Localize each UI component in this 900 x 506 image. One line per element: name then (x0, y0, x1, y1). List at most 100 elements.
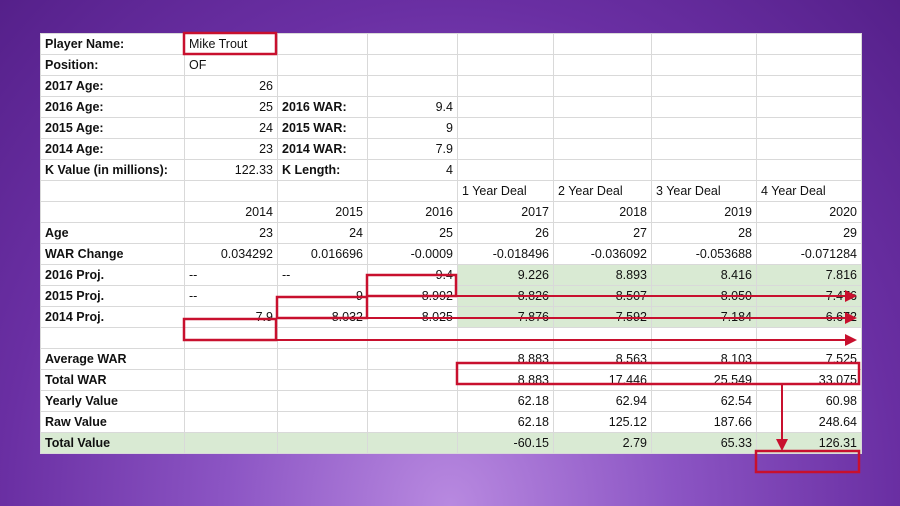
cell-r7-cG[interactable] (651, 159, 757, 181)
cell-r3-cA[interactable]: 2017 Age: (40, 75, 185, 97)
cell-r5-cC[interactable]: 2015 WAR: (277, 117, 368, 139)
cell-r13-cG[interactable]: 8.050 (651, 285, 757, 307)
cell-r18-cH[interactable]: 60.98 (756, 390, 862, 412)
cell-r3-cB[interactable]: 26 (184, 75, 278, 97)
cell-r20-cH[interactable]: 126.31 (756, 432, 862, 454)
cell-r11-cF[interactable]: -0.036092 (553, 243, 652, 265)
cell-r13-cD[interactable]: 8.992 (367, 285, 458, 307)
cell-r15-cF[interactable] (553, 327, 652, 349)
cell-r5-cE[interactable] (457, 117, 554, 139)
cell-r9-cB[interactable]: 2014 (184, 201, 278, 223)
cell-r2-cF[interactable] (553, 54, 652, 76)
cell-r20-cG[interactable]: 65.33 (651, 432, 757, 454)
cell-r15-cG[interactable] (651, 327, 757, 349)
cell-r14-cH[interactable]: 6.672 (756, 306, 862, 328)
cell-r12-cG[interactable]: 8.416 (651, 264, 757, 286)
cell-r10-cE[interactable]: 26 (457, 222, 554, 244)
cell-r14-cB[interactable]: 7.9 (184, 306, 278, 328)
cell-r6-cF[interactable] (553, 138, 652, 160)
cell-r10-cF[interactable]: 27 (553, 222, 652, 244)
cell-r20-cF[interactable]: 2.79 (553, 432, 652, 454)
cell-r6-cE[interactable] (457, 138, 554, 160)
cell-r17-cE[interactable]: 8.883 (457, 369, 554, 391)
cell-r7-cH[interactable] (756, 159, 862, 181)
cell-r12-cC[interactable]: -- (277, 264, 368, 286)
cell-r20-cD[interactable] (367, 432, 458, 454)
cell-r12-cH[interactable]: 7.816 (756, 264, 862, 286)
cell-r9-cF[interactable]: 2018 (553, 201, 652, 223)
cell-r3-cC[interactable] (277, 75, 368, 97)
cell-r17-cD[interactable] (367, 369, 458, 391)
cell-r13-cE[interactable]: 8.826 (457, 285, 554, 307)
cell-r13-cA[interactable]: 2015 Proj. (40, 285, 185, 307)
cell-r14-cG[interactable]: 7.184 (651, 306, 757, 328)
cell-r14-cC[interactable]: 8.032 (277, 306, 368, 328)
cell-r4-cD[interactable]: 9.4 (367, 96, 458, 118)
cell-r7-cB[interactable]: 122.33 (184, 159, 278, 181)
cell-r6-cD[interactable]: 7.9 (367, 138, 458, 160)
cell-r13-cB[interactable]: -- (184, 285, 278, 307)
cell-r2-cH[interactable] (756, 54, 862, 76)
cell-r11-cG[interactable]: -0.053688 (651, 243, 757, 265)
cell-r6-cC[interactable]: 2014 WAR: (277, 138, 368, 160)
cell-r9-cC[interactable]: 2015 (277, 201, 368, 223)
cell-r15-cC[interactable] (277, 327, 368, 349)
cell-r4-cB[interactable]: 25 (184, 96, 278, 118)
cell-r19-cB[interactable] (184, 411, 278, 433)
cell-r14-cF[interactable]: 7.592 (553, 306, 652, 328)
cell-r5-cH[interactable] (756, 117, 862, 139)
cell-r14-cD[interactable]: 8.025 (367, 306, 458, 328)
cell-r5-cD[interactable]: 9 (367, 117, 458, 139)
cell-r16-cG[interactable]: 8.103 (651, 348, 757, 370)
cell-r6-cG[interactable] (651, 138, 757, 160)
cell-r19-cE[interactable]: 62.18 (457, 411, 554, 433)
cell-r14-cA[interactable]: 2014 Proj. (40, 306, 185, 328)
cell-r16-cB[interactable] (184, 348, 278, 370)
cell-r2-cE[interactable] (457, 54, 554, 76)
cell-r17-cF[interactable]: 17.446 (553, 369, 652, 391)
cell-r12-cE[interactable]: 9.226 (457, 264, 554, 286)
cell-r8-cC[interactable] (277, 180, 368, 202)
cell-r4-cA[interactable]: 2016 Age: (40, 96, 185, 118)
cell-r19-cD[interactable] (367, 411, 458, 433)
cell-r1-cF[interactable] (553, 33, 652, 55)
cell-r17-cH[interactable]: 33.075 (756, 369, 862, 391)
cell-r1-cH[interactable] (756, 33, 862, 55)
cell-r11-cB[interactable]: 0.034292 (184, 243, 278, 265)
cell-r5-cA[interactable]: 2015 Age: (40, 117, 185, 139)
cell-r16-cC[interactable] (277, 348, 368, 370)
cell-r10-cH[interactable]: 29 (756, 222, 862, 244)
cell-r19-cH[interactable]: 248.64 (756, 411, 862, 433)
cell-r1-cD[interactable] (367, 33, 458, 55)
cell-r6-cH[interactable] (756, 138, 862, 160)
cell-r4-cE[interactable] (457, 96, 554, 118)
cell-r16-cF[interactable]: 8.563 (553, 348, 652, 370)
cell-r8-cF[interactable]: 2 Year Deal (553, 180, 652, 202)
cell-r14-cE[interactable]: 7.876 (457, 306, 554, 328)
cell-r1-cE[interactable] (457, 33, 554, 55)
cell-r7-cE[interactable] (457, 159, 554, 181)
cell-r18-cD[interactable] (367, 390, 458, 412)
cell-r17-cA[interactable]: Total WAR (40, 369, 185, 391)
cell-r8-cA[interactable] (40, 180, 185, 202)
cell-r12-cF[interactable]: 8.893 (553, 264, 652, 286)
cell-r1-cA[interactable]: Player Name: (40, 33, 185, 55)
cell-r4-cG[interactable] (651, 96, 757, 118)
cell-r19-cG[interactable]: 187.66 (651, 411, 757, 433)
cell-r8-cD[interactable] (367, 180, 458, 202)
cell-r19-cC[interactable] (277, 411, 368, 433)
cell-r18-cG[interactable]: 62.54 (651, 390, 757, 412)
cell-r16-cE[interactable]: 8.883 (457, 348, 554, 370)
cell-r2-cA[interactable]: Position: (40, 54, 185, 76)
cell-r11-cH[interactable]: -0.071284 (756, 243, 862, 265)
cell-r3-cH[interactable] (756, 75, 862, 97)
cell-r9-cH[interactable]: 2020 (756, 201, 862, 223)
cell-r18-cF[interactable]: 62.94 (553, 390, 652, 412)
cell-r9-cE[interactable]: 2017 (457, 201, 554, 223)
cell-r13-cH[interactable]: 7.476 (756, 285, 862, 307)
cell-r11-cE[interactable]: -0.018496 (457, 243, 554, 265)
cell-r4-cH[interactable] (756, 96, 862, 118)
cell-r8-cE[interactable]: 1 Year Deal (457, 180, 554, 202)
cell-r11-cA[interactable]: WAR Change (40, 243, 185, 265)
cell-r10-cD[interactable]: 25 (367, 222, 458, 244)
